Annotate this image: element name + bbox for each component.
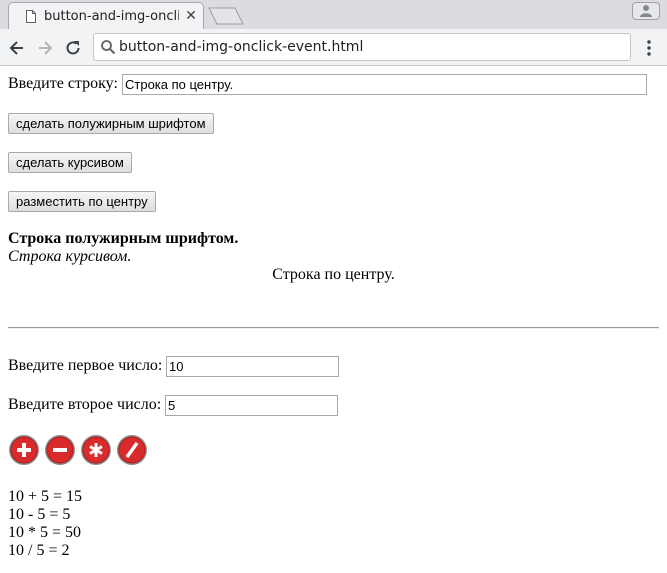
plus-circle-icon[interactable] xyxy=(8,434,40,466)
center-button[interactable]: разместить по центру xyxy=(8,191,156,212)
result-line: 10 / 5 = 2 xyxy=(8,542,70,559)
asterisk-circle-icon[interactable] xyxy=(80,434,112,466)
italic-button[interactable]: сделать курсивом xyxy=(8,152,132,173)
tab-title: button-and-img-onclick-event.html xyxy=(44,9,179,24)
result-line: 10 + 5 = 15 xyxy=(8,488,83,505)
bold-button[interactable]: сделать полужирным шрифтом xyxy=(8,113,214,134)
profile-icon xyxy=(640,5,652,17)
italic-output: Строка курсивом. xyxy=(8,248,132,265)
string-input[interactable] xyxy=(122,74,647,95)
tab-strip: button-and-img-onclick-event.html ✕ xyxy=(0,0,667,29)
back-arrow-icon[interactable] xyxy=(7,38,27,58)
slash-circle-icon[interactable] xyxy=(116,434,148,466)
active-tab[interactable]: button-and-img-onclick-event.html ✕ xyxy=(8,2,204,29)
result-line: 10 - 5 = 5 xyxy=(8,506,71,523)
result-line: 10 * 5 = 50 xyxy=(8,524,82,541)
new-tab-button[interactable] xyxy=(208,7,244,25)
reload-icon[interactable] xyxy=(63,38,83,58)
second-number-input[interactable] xyxy=(165,395,338,416)
forward-arrow-icon[interactable] xyxy=(35,38,55,58)
center-output: Строка по центру. xyxy=(272,266,395,283)
horizontal-divider xyxy=(8,327,659,329)
second-number-label: Введите второе число: xyxy=(8,396,162,413)
minus-circle-icon[interactable] xyxy=(44,434,76,466)
address-text: button-and-img-onclick-event.html xyxy=(119,39,364,55)
document-icon xyxy=(26,10,36,23)
string-input-label: Введите строку: xyxy=(8,75,118,92)
first-number-label: Введите первое число: xyxy=(8,357,163,374)
profile-button[interactable] xyxy=(632,2,660,20)
bold-output: Строка полужирным шрифтом. xyxy=(8,230,239,247)
search-icon xyxy=(101,40,116,55)
first-number-input[interactable] xyxy=(166,356,339,377)
page-content: Введите строку: сделать полужирным шрифт… xyxy=(0,66,667,573)
close-icon[interactable]: ✕ xyxy=(184,7,198,25)
browser-toolbar: button-and-img-onclick-event.html xyxy=(0,29,667,66)
kebab-menu-icon[interactable] xyxy=(641,39,657,57)
address-bar[interactable]: button-and-img-onclick-event.html xyxy=(93,33,631,61)
